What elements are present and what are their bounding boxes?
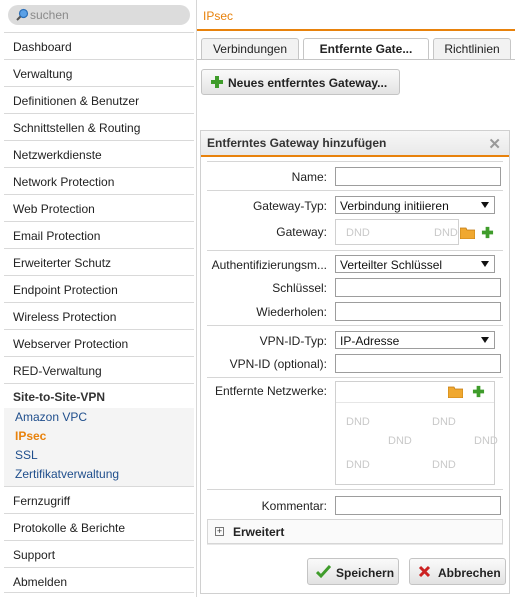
nav-network-protection[interactable]: Network Protection <box>4 167 194 193</box>
advanced-label: Erweitert <box>233 525 285 539</box>
nav-definitionen-benutzer[interactable]: Definitionen & Benutzer <box>4 86 194 112</box>
nav-sub-ssl[interactable]: SSL <box>4 446 194 465</box>
advanced-section-toggle[interactable]: + Erweitert <box>207 519 503 544</box>
nav-wireless-protection[interactable]: Wireless Protection <box>4 302 194 328</box>
separator <box>207 325 503 326</box>
nav-support[interactable]: Support <box>4 540 194 566</box>
main-content: IPsec Verbindungen Entfernte Gate... Ric… <box>197 0 515 597</box>
key-field[interactable] <box>335 278 501 297</box>
nav-sub-zertifikatverwaltung[interactable]: Zertifikatverwaltung <box>4 465 194 484</box>
repeat-field[interactable] <box>335 302 501 321</box>
vpn-id-field[interactable] <box>335 354 501 373</box>
nav-verwaltung[interactable]: Verwaltung <box>4 59 194 85</box>
nav-email-protection[interactable]: Email Protection <box>4 221 194 247</box>
gateway-drop-zone[interactable]: DND DND <box>335 219 459 245</box>
nav-sub-amazon-vpc[interactable]: Amazon VPC <box>4 408 194 427</box>
remote-networks-label: Entfernte Netzwerke: <box>214 384 327 398</box>
dnd-placeholder: DND <box>432 416 456 428</box>
chevron-down-icon <box>481 337 489 343</box>
dnd-placeholder: DND <box>434 227 458 239</box>
plus-icon <box>211 76 223 88</box>
nav-web-protection[interactable]: Web Protection <box>4 194 194 220</box>
dialog-header: Entferntes Gateway hinzufügen ✕ <box>201 131 509 157</box>
dnd-placeholder: DND <box>432 459 456 471</box>
dnd-placeholder: DND <box>346 459 370 471</box>
sidebar: Dashboard Verwaltung Definitionen & Benu… <box>0 0 197 597</box>
nav-webserver-protection[interactable]: Webserver Protection <box>4 329 194 355</box>
plus-icon[interactable] <box>472 385 485 398</box>
tab-divider <box>197 59 515 60</box>
save-label: Speichern <box>336 566 395 580</box>
tab-verbindungen[interactable]: Verbindungen <box>201 38 299 59</box>
dnd-placeholder: DND <box>474 435 498 447</box>
search-input[interactable] <box>30 7 180 23</box>
comment-label: Kommentar: <box>261 499 327 513</box>
key-label: Schlüssel: <box>272 281 327 295</box>
nav-dashboard[interactable]: Dashboard <box>4 32 194 58</box>
nav-abmelden[interactable]: Abmelden <box>4 567 194 593</box>
auth-method-value: Verteilter Schlüssel <box>340 258 443 272</box>
nav-erweiterter-schutz[interactable]: Erweiterter Schutz <box>4 248 194 274</box>
nav-schnittstellen-routing[interactable]: Schnittstellen & Routing <box>4 113 194 139</box>
separator <box>207 161 503 162</box>
comment-field[interactable] <box>335 496 501 515</box>
close-icon[interactable]: ✕ <box>488 135 501 153</box>
name-label: Name: <box>291 170 327 184</box>
gateway-type-value: Verbindung initiieren <box>340 199 449 213</box>
nav-protokolle-berichte[interactable]: Protokolle & Berichte <box>4 513 194 539</box>
dnd-placeholder: DND <box>346 227 370 239</box>
dialog-title: Entferntes Gateway hinzufügen <box>207 136 387 150</box>
check-icon <box>316 565 331 579</box>
title-bar: IPsec <box>197 0 515 31</box>
cancel-label: Abbrechen <box>438 566 501 580</box>
folder-icon[interactable] <box>460 227 475 239</box>
chevron-down-icon <box>481 261 489 267</box>
dnd-placeholder: DND <box>346 416 370 428</box>
nav-netzwerkdienste[interactable]: Netzwerkdienste <box>4 140 194 166</box>
page-title: IPsec <box>203 9 234 23</box>
repeat-label: Wiederholen: <box>256 305 327 319</box>
separator <box>207 377 503 378</box>
advanced-section-border <box>207 544 503 545</box>
tab-richtlinien[interactable]: Richtlinien <box>433 38 511 59</box>
remote-networks-toolbar <box>336 382 494 403</box>
vpn-id-type-value: IP-Adresse <box>340 334 400 348</box>
add-gateway-dialog: Entferntes Gateway hinzufügen ✕ Name: Ga… <box>200 130 510 594</box>
chevron-down-icon <box>481 202 489 208</box>
nav-site-to-site-vpn[interactable]: Site-to-Site-VPN <box>4 384 194 408</box>
nav-group-site-to-site-vpn: Site-to-Site-VPN Amazon VPC IPsec SSL Ze… <box>4 383 194 486</box>
search-box[interactable] <box>8 5 190 25</box>
folder-icon[interactable] <box>448 386 463 398</box>
vpn-id-type-label: VPN-ID-Typ: <box>259 334 327 348</box>
new-remote-gateway-label: Neues entferntes Gateway... <box>228 76 388 90</box>
gateway-label: Gateway: <box>276 225 327 239</box>
nav-sub-ipsec[interactable]: IPsec <box>4 427 194 446</box>
separator <box>207 190 503 191</box>
tab-entfernte-gateways[interactable]: Entfernte Gate... <box>303 38 429 60</box>
x-icon <box>418 565 431 578</box>
expand-icon: + <box>215 526 224 536</box>
name-field[interactable] <box>335 167 501 186</box>
remote-networks-drop-zone[interactable]: DND DND DND DND DND DND <box>335 381 498 485</box>
gateway-type-select[interactable]: Verbindung initiieren <box>335 196 495 214</box>
save-button[interactable]: Speichern <box>307 558 399 585</box>
vpn-id-label: VPN-ID (optional): <box>229 357 327 371</box>
vpn-id-type-select[interactable]: IP-Adresse <box>335 331 495 349</box>
dnd-placeholder: DND <box>388 435 412 447</box>
auth-method-label: Authentifizierungsm... <box>211 258 327 272</box>
auth-method-select[interactable]: Verteilter Schlüssel <box>335 255 495 273</box>
nav-endpoint-protection[interactable]: Endpoint Protection <box>4 275 194 301</box>
plus-icon[interactable] <box>481 226 494 239</box>
separator <box>207 489 503 490</box>
nav-fernzugriff[interactable]: Fernzugriff <box>4 486 194 512</box>
new-remote-gateway-button[interactable]: Neues entferntes Gateway... <box>201 69 400 95</box>
nav-red-verwaltung[interactable]: RED-Verwaltung <box>4 356 194 382</box>
cancel-button[interactable]: Abbrechen <box>409 558 506 585</box>
search-icon <box>16 8 29 21</box>
gateway-type-label: Gateway-Typ: <box>252 199 327 213</box>
separator <box>207 250 503 251</box>
